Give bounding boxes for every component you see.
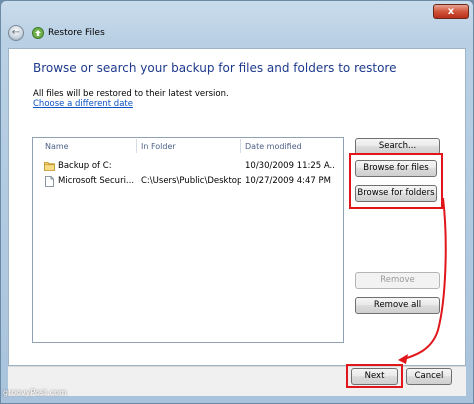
watermark-text: groovyPost.com [3,388,67,397]
annotation-arrow [398,197,447,364]
